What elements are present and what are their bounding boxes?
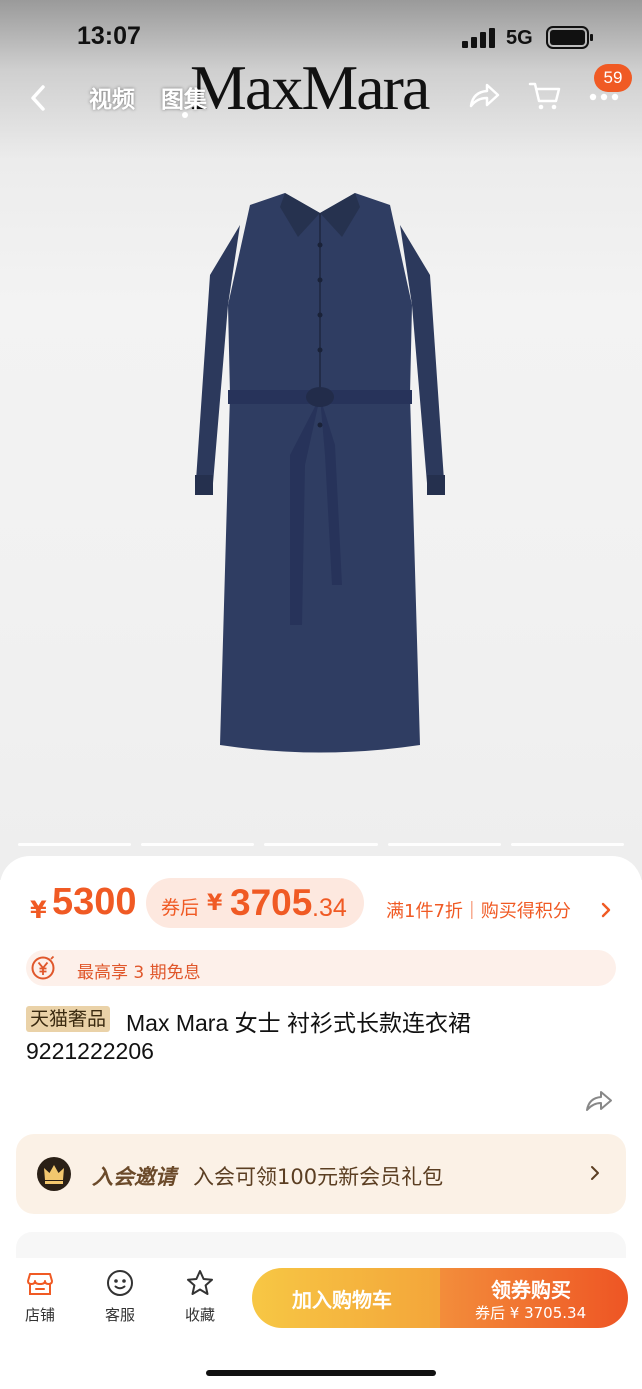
tab-gallery[interactable]: 图集 [161, 80, 207, 114]
chat-face-icon [107, 1270, 133, 1296]
status-time: 13:07 [77, 22, 141, 50]
battery-icon [546, 26, 593, 49]
membership-title: 入会邀请 [92, 1165, 176, 1189]
product-image [195, 193, 445, 753]
active-tab-indicator [182, 112, 188, 118]
favorite-button[interactable]: 收藏 [170, 1268, 230, 1325]
promo-link[interactable]: 满1件7折｜购买得积分 [386, 897, 571, 923]
favorite-label: 收藏 [184, 1306, 215, 1324]
interest-free-text: 最高享 3 期免息 [77, 963, 201, 983]
chevron-right-icon[interactable] [600, 901, 612, 919]
customer-service-button[interactable]: 客服 [90, 1268, 150, 1325]
chevron-right-icon[interactable] [590, 1165, 600, 1181]
coupon-price-integer: 3705 [230, 882, 313, 923]
signal-icon [462, 28, 495, 48]
cart-icon[interactable] [528, 80, 562, 112]
yen-circle-icon [31, 955, 55, 980]
chevron-left-icon[interactable] [22, 78, 56, 118]
coupon-price-decimal: .34 [312, 894, 347, 922]
membership-description: 入会可领100元新会员礼包 [193, 1165, 444, 1189]
product-title: Max Mara 女士 衬衫式长款连衣裙 [126, 1010, 472, 1036]
product-gallery[interactable] [0, 0, 642, 880]
store-label: 店铺 [24, 1306, 55, 1324]
pager-segment [387, 843, 501, 846]
brand-logo: MaxMara [190, 52, 430, 123]
service-label: 客服 [104, 1306, 135, 1324]
pager-segment [510, 843, 625, 846]
price-currency: ¥ [30, 896, 47, 924]
tmall-luxury-tag: 天猫奢品 [26, 1006, 111, 1032]
pager-segment [264, 843, 378, 846]
pager-segment [18, 843, 132, 846]
product-code: 9221222206 [26, 1038, 154, 1064]
crown-icon [37, 1157, 71, 1191]
share-icon[interactable] [584, 1088, 614, 1114]
coupon-currency: ¥ [207, 891, 223, 916]
original-price: 5300 [52, 881, 137, 923]
add-to-cart-label: 加入购物车 [292, 1288, 392, 1312]
home-indicator [206, 1370, 436, 1376]
store-icon [27, 1273, 53, 1295]
cart-count-badge: 59 [594, 64, 632, 92]
pager-segment [141, 843, 255, 846]
buy-now-price: 券后 ¥ 3705.34 [475, 1304, 587, 1322]
store-button[interactable]: 店铺 [10, 1268, 70, 1325]
buy-now-label: 领券购买 [491, 1278, 571, 1302]
tab-video[interactable]: 视频 [89, 80, 135, 114]
star-icon [187, 1270, 213, 1295]
gallery-pager [18, 843, 625, 846]
share-icon[interactable] [467, 80, 501, 112]
more-icon[interactable] [588, 92, 620, 102]
network-label: 5G [506, 27, 533, 49]
coupon-label: 券后 [161, 897, 200, 919]
